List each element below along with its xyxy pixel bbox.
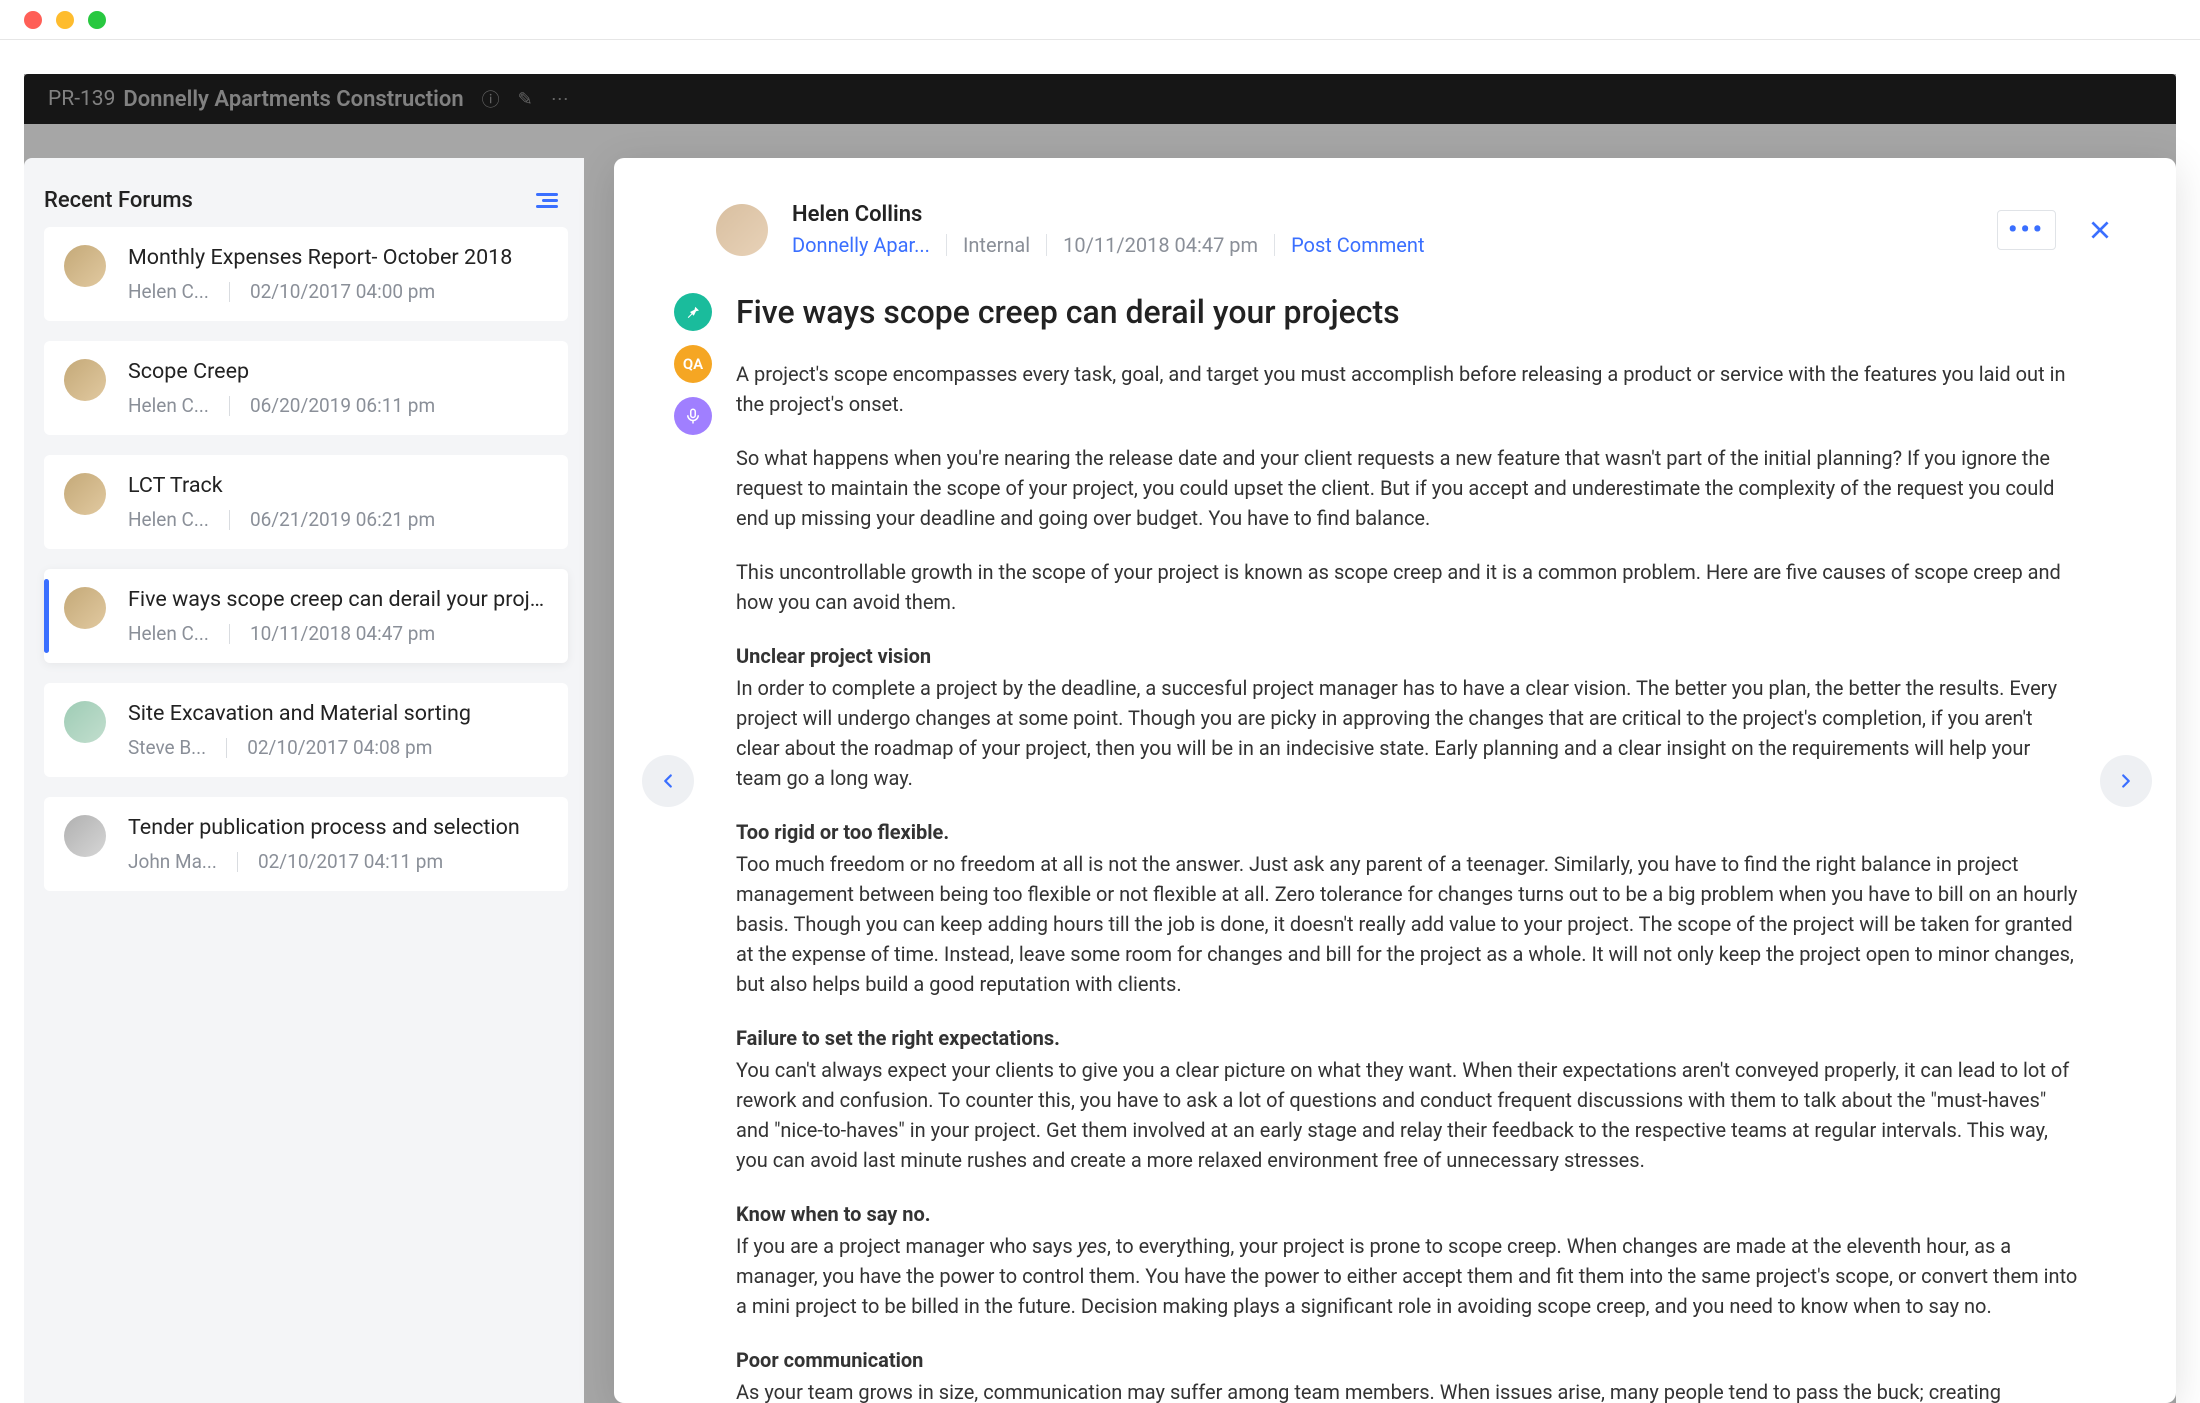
separator <box>946 234 947 256</box>
section-heading: Failure to set the right expectations. <box>736 1023 2080 1053</box>
forum-body: Tender publication process and selection… <box>128 815 546 873</box>
detail-wrap: Helen Collins Donnelly Apar... Internal … <box>584 158 2176 1403</box>
forum-card[interactable]: Five ways scope creep can derail your pr… <box>44 569 568 663</box>
next-forum-button[interactable] <box>2100 755 2152 807</box>
forum-author: Helen C... <box>128 280 209 303</box>
separator <box>229 396 230 416</box>
forum-title: Tender publication process and selection <box>128 815 546 840</box>
paragraph: Too rigid or too flexible.Too much freed… <box>736 817 2080 999</box>
forum-date: 02/10/2017 04:11 pm <box>258 850 443 873</box>
forum-body: LCT Track Helen C... 06/21/2019 06:21 pm <box>128 473 546 531</box>
forum-meta: John Ma... 02/10/2017 04:11 pm <box>128 850 546 873</box>
forum-meta: Helen C... 02/10/2017 04:00 pm <box>128 280 546 303</box>
forum-meta: Helen C... 10/11/2018 04:47 pm <box>128 622 546 645</box>
header-actions: ••• <box>1997 210 2120 250</box>
paragraph: Know when to say no.If you are a project… <box>736 1199 2080 1321</box>
visibility-label: Internal <box>963 233 1030 257</box>
forum-card[interactable]: LCT Track Helen C... 06/21/2019 06:21 pm <box>44 455 568 549</box>
avatar <box>64 473 106 515</box>
forum-meta: Steve B... 02/10/2017 04:08 pm <box>128 736 546 759</box>
mac-window-controls <box>0 0 2200 40</box>
forum-card[interactable]: Monthly Expenses Report- October 2018 Hel… <box>44 227 568 321</box>
collapse-icon[interactable] <box>536 193 558 208</box>
detail-header: Helen Collins Donnelly Apar... Internal … <box>674 202 2120 257</box>
section-heading: Too rigid or too flexible. <box>736 817 2080 847</box>
avatar <box>64 587 106 629</box>
forum-title: Five ways scope creep can derail your pr… <box>128 587 546 612</box>
paragraph: This uncontrollable growth in the scope … <box>736 557 2080 617</box>
post-timestamp: 10/11/2018 04:47 pm <box>1063 233 1258 257</box>
forum-date: 06/20/2019 06:11 pm <box>250 394 435 417</box>
separator <box>1046 234 1047 256</box>
forum-title: Monthly Expenses Report- October 2018 <box>128 245 546 270</box>
forum-author: Helen C... <box>128 394 209 417</box>
forum-meta: Helen C... 06/20/2019 06:11 pm <box>128 394 546 417</box>
paragraph: Failure to set the right expectations.Yo… <box>736 1023 2080 1175</box>
mac-close-dot[interactable] <box>24 11 42 29</box>
avatar <box>64 701 106 743</box>
separator <box>226 738 227 758</box>
post-comment-link[interactable]: Post Comment <box>1291 233 1424 257</box>
forum-date: 06/21/2019 06:21 pm <box>250 508 435 531</box>
avatar <box>64 359 106 401</box>
prev-forum-button[interactable] <box>642 755 694 807</box>
forum-card[interactable]: Scope Creep Helen C... 06/20/2019 06:11 pm <box>44 341 568 435</box>
close-button[interactable] <box>2080 210 2120 250</box>
forum-author: Helen C... <box>128 622 209 645</box>
header-texts: Helen Collins Donnelly Apar... Internal … <box>792 202 1973 257</box>
section-heading: Know when to say no. <box>736 1199 2080 1229</box>
separator <box>237 852 238 872</box>
forum-card[interactable]: Tender publication process and selection… <box>44 797 568 891</box>
app-shell: PR-139 Donnelly Apartments Construction … <box>0 40 2200 1403</box>
paragraph: Unclear project visionIn order to comple… <box>736 641 2080 793</box>
project-link[interactable]: Donnelly Apar... <box>792 233 930 257</box>
pin-icon[interactable] <box>674 293 712 331</box>
forum-card[interactable]: Site Excavation and Material sorting Stev… <box>44 683 568 777</box>
forum-title: LCT Track <box>128 473 546 498</box>
detail-body: QA Five ways scope creep can derail your… <box>674 293 2120 1403</box>
modal-layer: Recent Forums Monthly Expenses Report- O… <box>24 158 2176 1403</box>
forum-body: Site Excavation and Material sorting Stev… <box>128 701 546 759</box>
header-meta: Donnelly Apar... Internal 10/11/2018 04:… <box>792 233 1973 257</box>
forum-body: Scope Creep Helen C... 06/20/2019 06:11 pm <box>128 359 546 417</box>
recent-forums-sidebar: Recent Forums Monthly Expenses Report- O… <box>24 158 584 1403</box>
qa-badge[interactable]: QA <box>674 345 712 383</box>
section-heading: Unclear project vision <box>736 641 2080 671</box>
separator <box>229 510 230 530</box>
more-actions-button[interactable]: ••• <box>1997 210 2056 250</box>
forum-author: Helen C... <box>128 508 209 531</box>
article-content: Five ways scope creep can derail your pr… <box>736 293 2120 1403</box>
paragraph: Poor communicationAs your team grows in … <box>736 1345 2080 1403</box>
forum-date: 02/10/2017 04:08 pm <box>247 736 432 759</box>
forum-list: Monthly Expenses Report- October 2018 Hel… <box>44 227 568 891</box>
separator <box>1274 234 1275 256</box>
side-tags: QA <box>674 293 714 1403</box>
author-avatar <box>716 204 768 256</box>
forum-meta: Helen C... 06/21/2019 06:21 pm <box>128 508 546 531</box>
avatar <box>64 245 106 287</box>
forum-title: Site Excavation and Material sorting <box>128 701 546 726</box>
mic-icon[interactable] <box>674 397 712 435</box>
forum-detail-panel: Helen Collins Donnelly Apar... Internal … <box>614 158 2176 1403</box>
post-title: Five ways scope creep can derail your pr… <box>736 293 2080 331</box>
forum-date: 10/11/2018 04:47 pm <box>250 622 435 645</box>
author-name: Helen Collins <box>792 202 1973 227</box>
forum-body: Monthly Expenses Report- October 2018 Hel… <box>128 245 546 303</box>
forum-title: Scope Creep <box>128 359 546 384</box>
forum-author: John Ma... <box>128 850 217 873</box>
avatar <box>64 815 106 857</box>
sidebar-header: Recent Forums <box>44 188 568 227</box>
forum-date: 02/10/2017 04:00 pm <box>250 280 435 303</box>
section-heading: Poor communication <box>736 1345 2080 1375</box>
separator <box>229 282 230 302</box>
mac-minimize-dot[interactable] <box>56 11 74 29</box>
forum-author: Steve B... <box>128 736 206 759</box>
sidebar-title: Recent Forums <box>44 188 193 213</box>
mac-zoom-dot[interactable] <box>88 11 106 29</box>
paragraph: So what happens when you're nearing the … <box>736 443 2080 533</box>
separator <box>229 624 230 644</box>
paragraph: A project's scope encompasses every task… <box>736 359 2080 419</box>
forum-body: Five ways scope creep can derail your pr… <box>128 587 546 645</box>
